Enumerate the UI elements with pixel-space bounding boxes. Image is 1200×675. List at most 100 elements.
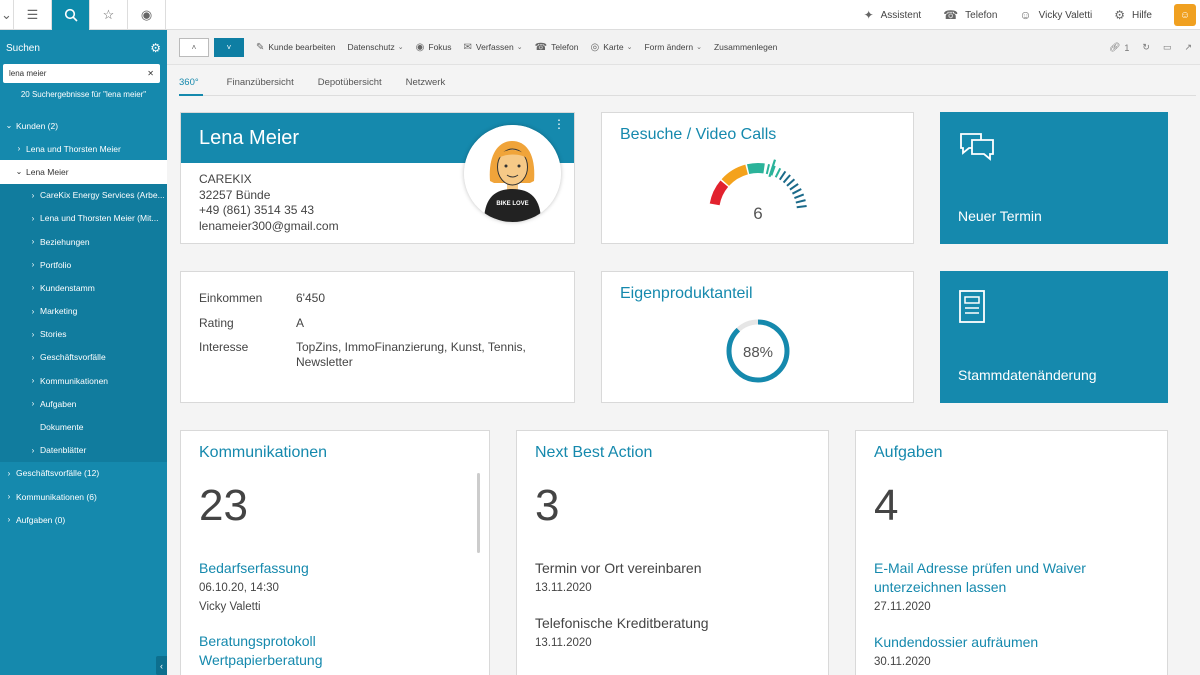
tasks-card: Aufgaben 4 E-Mail Adresse prüfen und Wai…: [855, 430, 1168, 675]
gauge-tick: [774, 167, 782, 178]
external-link-icon[interactable]: ↗: [1184, 42, 1192, 53]
tree-item[interactable]: › Aufgaben: [0, 392, 167, 416]
chevron-right-icon: ›: [7, 468, 11, 478]
tree-item[interactable]: › Portfolio: [0, 253, 167, 277]
communications-scrollbar[interactable]: [477, 473, 480, 553]
avatar: BIKE LOVE: [464, 125, 561, 222]
task-item[interactable]: E-Mail Adresse prüfen und Waiver unterze…: [874, 559, 1114, 616]
tree-item[interactable]: › Aufgaben (0): [0, 508, 167, 531]
toolbar-label: Form ändern: [644, 42, 694, 52]
tree-item[interactable]: › Kommunikationen (6): [0, 485, 167, 508]
tree-item-label: Geschäftsvorfälle: [40, 352, 106, 363]
toolbar-datenschutz[interactable]: Datenschutz ⌄: [348, 42, 404, 52]
gear-icon[interactable]: ⚙: [150, 41, 161, 55]
next-record-button[interactable]: ˅: [214, 37, 244, 57]
own-product-share-card: Eigenproduktanteil 88%: [601, 271, 914, 403]
next-best-action-item[interactable]: Termin vor Ort vereinbaren 13.11.2020: [535, 559, 815, 597]
customer-details-card: Einkommen 6'450 Rating A Interesse TopZi…: [180, 271, 575, 403]
master-data-change-tile[interactable]: Stammdatenänderung: [940, 271, 1168, 403]
tab-3[interactable]: Netzwerk: [406, 68, 446, 96]
chevron-right-icon: ›: [31, 260, 35, 270]
detail-value: A: [296, 316, 305, 330]
tree-item[interactable]: › Kommunikationen: [0, 369, 167, 393]
tree-item[interactable]: Dokumente: [0, 415, 167, 439]
gauge-tick: [778, 170, 787, 181]
task-item-title[interactable]: Kundendossier aufräumen: [874, 633, 1154, 652]
tab-1[interactable]: Finanzübersicht: [227, 68, 294, 96]
toolbar-telefon[interactable]: ☎ Telefon: [535, 42, 579, 53]
refresh-icon[interactable]: ↻: [1142, 42, 1150, 53]
top-bar: ⌄ ☰ ☆ ◉ ✦ Assistent ☎ Telefon ☺ Vicky Valetti…: [0, 0, 1200, 30]
tree-item[interactable]: › Beziehungen: [0, 229, 167, 254]
search-icon[interactable]: [52, 0, 90, 30]
tab-0[interactable]: 360°: [179, 68, 203, 96]
chevron-down-icon[interactable]: ⌄: [0, 0, 14, 30]
search-box: ✕: [3, 64, 160, 83]
toolbar-fokus[interactable]: ◉ Fokus: [416, 42, 452, 53]
task-item-title[interactable]: E-Mail Adresse prüfen und Waiver unterze…: [874, 559, 1114, 597]
chevron-down-icon: ⌄: [5, 121, 13, 131]
detail-value: 6'450: [296, 291, 325, 305]
gauge-tick: [795, 199, 806, 204]
communication-item[interactable]: Beratungsprotokoll Wertpapierberatung: [199, 632, 369, 670]
topbar-assistant[interactable]: ✦ Assistent: [864, 8, 922, 22]
communication-item-title[interactable]: Beratungsprotokoll Wertpapierberatung: [199, 632, 369, 670]
tree-item-label: Kommunikationen: [40, 375, 109, 386]
task-item[interactable]: Kundendossier aufräumen 30.11.2020: [874, 633, 1154, 671]
gauge-tick: [791, 188, 802, 195]
communication-item[interactable]: Bedarfserfassung 06.10.20, 14:30 Vicky V…: [199, 559, 439, 616]
tree-item-label: Kunden (2): [16, 120, 59, 131]
next-best-action-item[interactable]: Telefonische Kreditberatung 13.11.2020: [535, 614, 815, 652]
toolbar-zusammenlegen[interactable]: Zusammenlegen: [714, 42, 777, 52]
visits-value: 6: [753, 204, 762, 223]
chevron-down-icon: ⌄: [626, 44, 633, 51]
tree-item[interactable]: › Stories: [0, 322, 167, 346]
topbar-help[interactable]: ⚙ Hilfe: [1114, 8, 1152, 22]
more-vertical-icon[interactable]: ⋮: [553, 117, 565, 131]
link-icon[interactable]: 🔗︎: [1109, 42, 1120, 53]
detail-row: Rating A: [199, 316, 546, 331]
focus-icon: ◉: [415, 41, 425, 53]
communication-item-title[interactable]: Bedarfserfassung: [199, 559, 439, 578]
tree-item-label: Beziehungen: [40, 236, 90, 247]
topbar-phone[interactable]: ☎ Telefon: [943, 8, 997, 22]
tree-item[interactable]: ⌄ Lena Meier: [0, 160, 167, 184]
tab-2[interactable]: Depotübersicht: [318, 68, 382, 96]
next-best-action-item-title[interactable]: Termin vor Ort vereinbaren: [535, 559, 815, 578]
toolbar-verfassen[interactable]: ✉ Verfassen ⌄: [464, 42, 523, 53]
toolbar-form-ändern[interactable]: Form ändern ⌄: [644, 42, 702, 52]
toolbar-karte[interactable]: ◎ Karte ⌄: [591, 42, 633, 53]
search-result-count[interactable]: 20 Suchergebnisse für "lena meier": [0, 90, 167, 99]
toolbar-kunde-bearbeiten[interactable]: ✎ Kunde bearbeiten: [256, 42, 336, 53]
new-appointment-tile[interactable]: Neuer Termin: [940, 112, 1168, 244]
collapse-sidebar-button[interactable]: ‹: [156, 656, 167, 675]
clear-icon[interactable]: ✕: [147, 69, 154, 78]
toolbar-items: ✎ Kunde bearbeiten Datenschutz ⌄ ◉ Fokus ✉ Verf…: [244, 42, 777, 53]
tree-item[interactable]: › Geschäftsvorfälle (12): [0, 462, 167, 485]
tree-item[interactable]: › CareKix Energy Services (Arbe...: [0, 183, 167, 207]
tree-item[interactable]: › Lena und Thorsten Meier: [0, 137, 167, 160]
tree-item[interactable]: › Kundenstamm: [0, 276, 167, 300]
chevron-down-icon: ⌄: [15, 167, 23, 177]
search-input[interactable]: [9, 69, 129, 78]
next-best-action-count: 3: [535, 481, 560, 530]
topbar-user[interactable]: ☺ Vicky Valetti: [1019, 8, 1092, 22]
previous-record-button[interactable]: ˄: [179, 37, 209, 57]
star-icon[interactable]: ☆: [90, 0, 128, 30]
list-icon[interactable]: ☰: [14, 0, 52, 30]
gauge-tick: [796, 205, 807, 209]
user-avatar[interactable]: ☺: [1174, 4, 1196, 26]
window-icon[interactable]: ▭: [1163, 42, 1172, 53]
tree-item[interactable]: ⌄ Kunden (2): [0, 114, 167, 137]
next-best-action-item-title[interactable]: Telefonische Kreditberatung: [535, 614, 815, 633]
target-icon[interactable]: ◉: [128, 0, 166, 30]
tree-item[interactable]: › Marketing: [0, 299, 167, 323]
tree-item[interactable]: › Lena und Thorsten Meier (Mit...: [0, 206, 167, 230]
toolbar-right: 🔗︎ 1 ↻ ▭ ↗: [1096, 30, 1192, 65]
tree-item[interactable]: › Datenblätter: [0, 438, 167, 462]
tab-bar: 360° Finanzübersicht Depotübersicht Netzwer…: [179, 68, 1196, 96]
tree-item[interactable]: › Geschäftsvorfälle: [0, 345, 167, 370]
gauge-green-segment: [746, 163, 765, 175]
tasks-title: Aufgaben: [874, 444, 943, 461]
tree-item-label: CareKix Energy Services (Arbe...: [40, 190, 165, 201]
